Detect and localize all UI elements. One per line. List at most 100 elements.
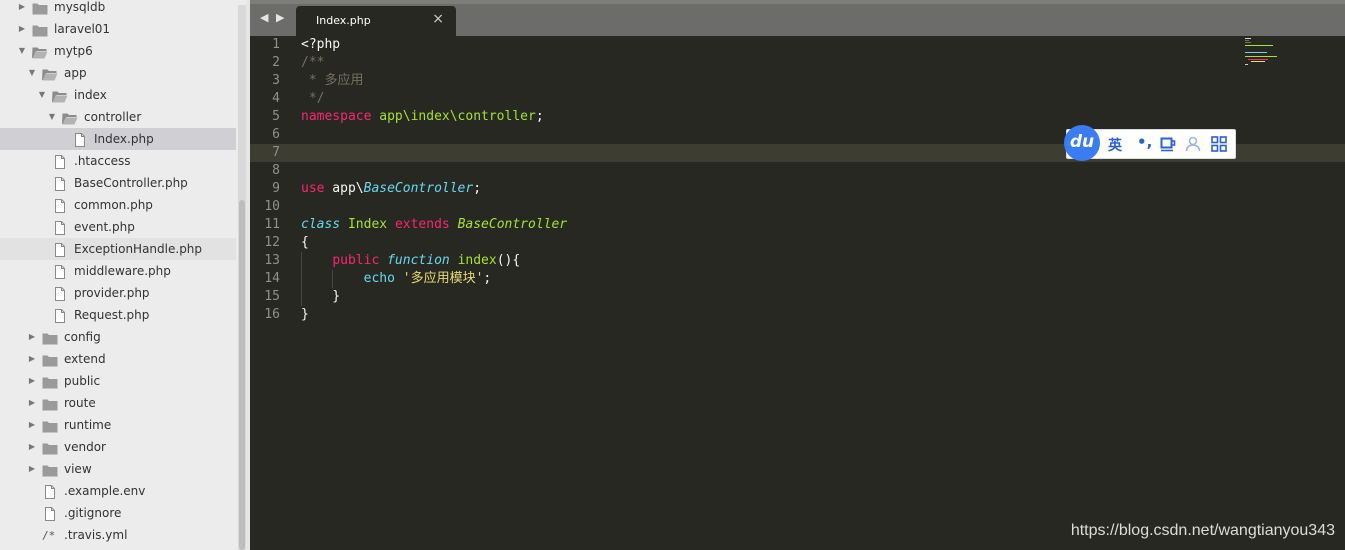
code-line[interactable]: 14 echo '多应用模块';	[250, 270, 1345, 288]
disclosure-expanded-icon[interactable]: ▼	[37, 84, 47, 106]
sidebar-item[interactable]: provider.php	[0, 282, 236, 304]
file-icon	[52, 220, 68, 235]
code-line[interactable]: 12 {	[250, 234, 1345, 252]
line-number: 13	[264, 253, 280, 268]
sidebar-item[interactable]: .htaccess	[0, 150, 236, 172]
sidebar-item[interactable]: ▶ runtime	[0, 414, 236, 436]
sidebar-item-label: app	[64, 66, 87, 80]
code-token: ;	[535, 109, 544, 124]
sidebar-item[interactable]: Index.php	[0, 128, 236, 150]
disclosure-collapsed-icon[interactable]: ▶	[27, 392, 37, 414]
sidebar-item[interactable]: ▼ index	[0, 84, 236, 106]
ime-toolbar[interactable]: du 英 •,	[1064, 125, 1236, 161]
code-line[interactable]: 9 use app\BaseController;	[250, 180, 1345, 198]
code-line[interactable]: 3 * 多应用	[250, 72, 1345, 90]
sidebar-item[interactable]: .example.env	[0, 480, 236, 502]
folder-icon	[42, 462, 58, 477]
minimap[interactable]	[1245, 36, 1285, 72]
disclosure-collapsed-icon[interactable]: ▶	[27, 326, 37, 348]
folder-icon	[32, 0, 48, 15]
sidebar-item[interactable]: /* .travis.yml	[0, 524, 236, 546]
sidebar-item[interactable]: ExceptionHandle.php	[0, 238, 236, 260]
disclosure-collapsed-icon[interactable]: ▶	[27, 458, 37, 480]
disclosure-collapsed-icon[interactable]: ▶	[27, 436, 37, 458]
folder-icon	[42, 352, 58, 367]
sidebar-item-label: BaseController.php	[74, 176, 188, 190]
sidebar-item[interactable]: ▶ laravel01	[0, 18, 236, 40]
folder-icon	[42, 374, 58, 389]
ime-cup-icon[interactable]	[1160, 136, 1176, 156]
line-number: 6	[272, 127, 280, 142]
tab-bar: ◀ ▶ Index.php ×	[250, 0, 1345, 36]
code-token: class	[301, 217, 341, 232]
disclosure-collapsed-icon[interactable]: ▶	[27, 414, 37, 436]
ime-logo-icon[interactable]: du	[1064, 125, 1100, 161]
ime-grid-icon[interactable]	[1211, 136, 1227, 156]
sidebar-item[interactable]: ▼ controller	[0, 106, 236, 128]
disclosure-collapsed-icon[interactable]: ▶	[17, 0, 27, 18]
sidebar-item-label: Request.php	[74, 308, 150, 322]
code-text: /**	[301, 54, 324, 72]
sidebar-item[interactable]: ▼ mytp6	[0, 40, 236, 62]
sidebar-item[interactable]: ▶ public	[0, 370, 236, 392]
line-number: 5	[272, 109, 280, 124]
sidebar-item[interactable]: ▶ route	[0, 392, 236, 414]
code-text: */	[301, 90, 325, 108]
code-line[interactable]: 16}	[250, 306, 1345, 324]
code-line[interactable]: 2 /**	[250, 54, 1345, 72]
sidebar-item[interactable]: ▶ extend	[0, 348, 236, 370]
disclosure-collapsed-icon[interactable]: ▶	[17, 18, 27, 40]
disclosure-expanded-icon[interactable]: ▼	[17, 40, 27, 62]
code-token: namespace	[301, 109, 372, 124]
sidebar-item[interactable]: ▶ config	[0, 326, 236, 348]
file-icon	[42, 484, 58, 499]
folder-open-icon	[52, 88, 68, 103]
code-line[interactable]: 5 namespace app\index\controller;	[250, 108, 1345, 126]
sidebar-item[interactable]: BaseController.php	[0, 172, 236, 194]
code-line[interactable]: 11 class Index extends BaseController	[250, 216, 1345, 234]
sidebar: ▶ mysqldb ▶ laravel01 ▼ mytp6 ▼ app ▼ index ▼ contr…	[0, 0, 250, 550]
tab-nav-arrows-icon[interactable]: ◀ ▶	[260, 11, 286, 24]
sidebar-item[interactable]: Request.php	[0, 304, 236, 326]
line-number: 8	[272, 163, 280, 178]
tab-index-php[interactable]: Index.php ×	[296, 6, 456, 36]
sidebar-item-label: vendor	[64, 440, 106, 454]
code-token: echo	[363, 271, 395, 286]
code-line[interactable]: 15 }	[250, 288, 1345, 306]
tab-close-icon[interactable]: ×	[432, 11, 444, 27]
code-line[interactable]: 4 */	[250, 90, 1345, 108]
ime-user-icon[interactable]	[1185, 136, 1201, 156]
code-token: index	[457, 253, 497, 268]
code-text: echo '多应用模块';	[301, 270, 492, 288]
disclosure-expanded-icon[interactable]: ▼	[27, 62, 37, 84]
sidebar-scrollbar-thumb[interactable]	[239, 200, 245, 550]
file-icon	[52, 154, 68, 169]
disclosure-collapsed-icon[interactable]: ▶	[27, 348, 37, 370]
sidebar-item[interactable]: middleware.php	[0, 260, 236, 282]
sidebar-item-label: public	[64, 374, 101, 388]
line-number: 4	[272, 91, 280, 106]
code-line[interactable]: 10	[250, 198, 1345, 216]
code-text: class Index extends BaseController	[301, 216, 567, 234]
line-number: 14	[264, 271, 280, 286]
sidebar-item[interactable]: ▶ view	[0, 458, 236, 480]
disclosure-collapsed-icon[interactable]: ▶	[27, 370, 37, 392]
ime-punctuation-toggle[interactable]: •,	[1137, 133, 1152, 151]
sidebar-item-label: extend	[64, 352, 106, 366]
disclosure-expanded-icon[interactable]: ▼	[47, 106, 57, 128]
ime-language-toggle[interactable]: 英	[1108, 135, 1122, 155]
sidebar-item[interactable]: event.php	[0, 216, 236, 238]
sidebar-item[interactable]: ▼ app	[0, 62, 236, 84]
code-editor[interactable]: 1 <?php 2/** 3 * 多应用 4 */5 namespace app\inde…	[250, 36, 1345, 550]
sidebar-item[interactable]: ▶ mysqldb	[0, 0, 236, 18]
code-line[interactable]: 1 <?php	[250, 36, 1345, 54]
code-line[interactable]: 13 public function index(){	[250, 252, 1345, 270]
code-token: extends	[394, 217, 450, 232]
code-line[interactable]: 8	[250, 162, 1345, 180]
sidebar-item[interactable]: .gitignore	[0, 502, 236, 524]
sidebar-item[interactable]: ▶ vendor	[0, 436, 236, 458]
sidebar-item[interactable]: common.php	[0, 194, 236, 216]
